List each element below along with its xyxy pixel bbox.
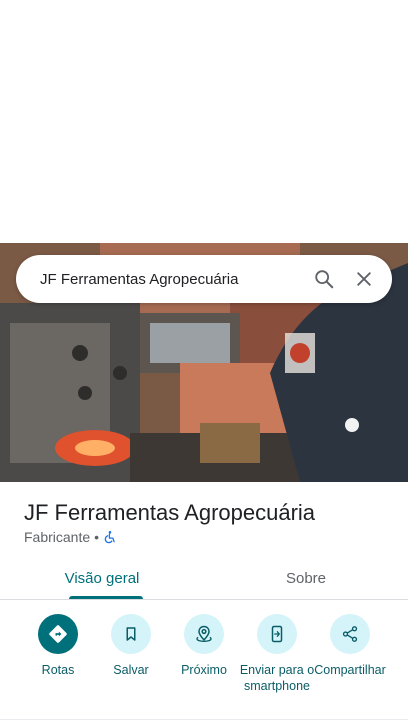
place-category[interactable]: Fabricante	[24, 529, 90, 545]
action-buttons: Rotas Salvar Próximo Enviar para o smart…	[0, 614, 408, 714]
separator: •	[94, 529, 100, 545]
share-icon	[330, 614, 370, 654]
share-label: Compartilhar	[314, 663, 386, 677]
wheelchair-icon[interactable]	[103, 530, 117, 544]
divider	[0, 719, 408, 720]
tab-overview[interactable]: Visão geral	[0, 556, 204, 600]
directions-label: Rotas	[41, 663, 75, 677]
tab-about[interactable]: Sobre	[204, 556, 408, 600]
send-to-phone-button[interactable]: Enviar para o smartphone	[237, 614, 317, 694]
directions-icon	[38, 614, 78, 654]
search-bar[interactable]: JF Ferramentas Agropecuária	[16, 255, 392, 303]
active-tab-indicator	[69, 596, 143, 599]
save-label: Salvar	[113, 663, 149, 677]
search-icon[interactable]	[304, 259, 344, 299]
place-tabs: Visão geral Sobre	[0, 556, 408, 600]
place-subtitle: Fabricante •	[24, 529, 117, 545]
nearby-icon	[184, 614, 224, 654]
search-input[interactable]: JF Ferramentas Agropecuária	[16, 271, 304, 288]
bookmark-icon	[111, 614, 151, 654]
send-to-phone-label: Enviar para o smartphone	[239, 663, 315, 693]
nearby-button[interactable]: Próximo	[164, 614, 244, 678]
map-area[interactable]	[0, 0, 408, 243]
nearby-label: Próximo	[181, 663, 227, 677]
place-title: JF Ferramentas Agropecuária	[24, 500, 316, 525]
share-button[interactable]: Compartilhar	[310, 614, 390, 678]
directions-button[interactable]: Rotas	[18, 614, 98, 678]
send-to-phone-icon	[257, 614, 297, 654]
save-button[interactable]: Salvar	[91, 614, 171, 678]
close-icon[interactable]	[344, 259, 384, 299]
